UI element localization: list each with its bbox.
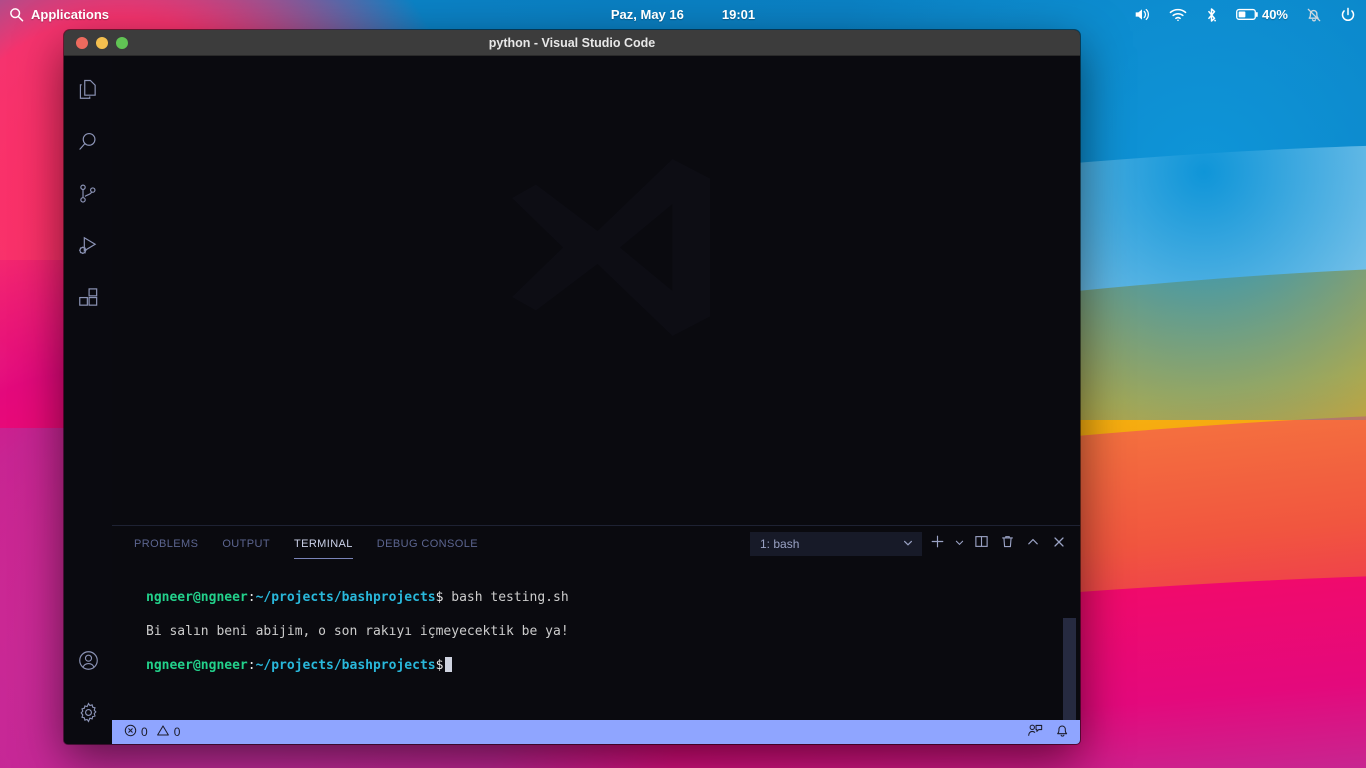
search-icon — [75, 129, 101, 155]
terminal-user-host: ngneer@ngneer — [146, 590, 248, 605]
maximize-panel-button[interactable] — [1022, 533, 1044, 555]
trash-icon — [1000, 534, 1015, 554]
chevron-up-icon — [1026, 535, 1040, 554]
error-count: 0 — [141, 725, 148, 739]
terminal-path: ~/projects/bashprojects — [255, 590, 436, 605]
terminal-cursor — [445, 657, 453, 672]
warning-count: 0 — [173, 725, 181, 739]
sidebar-item-source-control[interactable] — [64, 168, 112, 220]
clock-date: Paz, May 16 — [610, 7, 684, 22]
power-icon[interactable] — [1340, 7, 1356, 23]
terminal-line: Bi salın beni abijim, o son rakıyı içmey… — [146, 624, 569, 639]
close-panel-button[interactable] — [1048, 533, 1070, 555]
panel-actions: 1: bash — [750, 532, 1070, 556]
account-icon — [76, 648, 101, 673]
activity-bar — [64, 56, 112, 744]
gear-icon — [76, 700, 101, 725]
editor-and-panel-column: PROBLEMS OUTPUT TERMINAL DEBUG CONSOLE 1… — [112, 56, 1080, 744]
chevron-down-icon — [954, 535, 965, 553]
battery-icon — [1236, 8, 1259, 21]
terminal-user-host: ngneer@ngneer — [146, 658, 248, 673]
terminal-command: bash testing.sh — [443, 590, 569, 605]
terminal-body[interactable]: ngneer@ngneer:~/projects/bashprojects$ b… — [112, 562, 1080, 720]
terminal-line: ngneer@ngneer:~/projects/bashprojects$ b… — [146, 589, 1080, 606]
terminal-output: ngneer@ngneer:~/projects/bashprojects$ b… — [122, 568, 1080, 708]
tab-problems[interactable]: PROBLEMS — [122, 526, 210, 562]
new-terminal-options-button[interactable] — [952, 533, 966, 555]
bell-muted-icon[interactable] — [1306, 7, 1322, 23]
feedback-person-icon[interactable] — [1027, 723, 1043, 741]
kill-terminal-button[interactable] — [996, 533, 1018, 555]
error-icon — [124, 724, 137, 740]
panel-header: PROBLEMS OUTPUT TERMINAL DEBUG CONSOLE 1… — [112, 526, 1080, 562]
terminal-selector-value: 1: bash — [760, 537, 800, 551]
terminal-colon: : — [247, 590, 256, 605]
status-bar: 0 0 — [112, 720, 1080, 744]
editor-background[interactable] — [112, 56, 1080, 525]
panel-tabs: PROBLEMS OUTPUT TERMINAL DEBUG CONSOLE — [112, 526, 490, 562]
terminal-prompt-symbol: $ — [435, 658, 444, 673]
bluetooth-icon[interactable] — [1205, 7, 1218, 23]
extensions-icon — [75, 285, 101, 311]
sidebar-item-extensions[interactable] — [64, 272, 112, 324]
chevron-down-icon — [902, 537, 914, 552]
close-window-button[interactable] — [76, 36, 88, 49]
tab-terminal[interactable]: TERMINAL — [282, 526, 365, 562]
search-icon[interactable] — [9, 7, 24, 22]
sidebar-item-explorer[interactable] — [64, 64, 112, 116]
run-and-debug-icon — [75, 233, 101, 259]
sidebar-item-run-debug[interactable] — [64, 220, 112, 272]
bottom-panel: PROBLEMS OUTPUT TERMINAL DEBUG CONSOLE 1… — [112, 525, 1080, 720]
applications-menu[interactable]: Applications — [31, 7, 109, 22]
warning-icon — [156, 724, 170, 740]
terminal-line: ngneer@ngneer:~/projects/bashprojects$ — [146, 657, 1080, 674]
terminal-selector-dropdown[interactable]: 1: bash — [750, 532, 922, 556]
maximize-window-button[interactable] — [116, 36, 128, 49]
terminal-path: ~/projects/bashprojects — [255, 658, 436, 673]
close-icon — [1052, 535, 1066, 554]
files-icon — [75, 77, 101, 103]
bell-icon[interactable] — [1055, 723, 1070, 741]
battery-status[interactable]: 40% — [1236, 7, 1288, 22]
sidebar-item-manage[interactable] — [64, 686, 112, 738]
status-problems[interactable]: 0 0 — [120, 720, 184, 744]
vscode-window: python - Visual Studio Code PROBLEMS OUT… — [64, 30, 1080, 744]
system-top-bar: Applications Paz, May 16 19:01 40% — [0, 0, 1366, 29]
battery-percent-label: 40% — [1261, 7, 1288, 22]
wifi-icon[interactable] — [1169, 8, 1187, 22]
split-terminal-button[interactable] — [970, 533, 992, 555]
sidebar-item-accounts[interactable] — [64, 634, 112, 686]
window-controls — [64, 36, 128, 49]
tab-output[interactable]: OUTPUT — [210, 526, 282, 562]
window-titlebar: python - Visual Studio Code — [64, 30, 1080, 56]
window-body: PROBLEMS OUTPUT TERMINAL DEBUG CONSOLE 1… — [64, 56, 1080, 744]
tab-debug-console[interactable]: DEBUG CONSOLE — [365, 526, 490, 562]
source-control-icon — [75, 181, 101, 207]
terminal-scrollbar[interactable] — [1063, 618, 1076, 720]
terminal-colon: : — [247, 658, 256, 673]
volume-icon[interactable] — [1134, 7, 1151, 22]
new-terminal-button[interactable] — [926, 533, 948, 555]
plus-icon — [930, 534, 945, 554]
split-editor-icon — [974, 534, 989, 554]
clock-time: 19:01 — [721, 7, 756, 22]
vscode-logo-watermark — [512, 158, 710, 336]
window-title: python - Visual Studio Code — [488, 35, 656, 50]
minimize-window-button[interactable] — [96, 36, 108, 49]
sidebar-item-search[interactable] — [64, 116, 112, 168]
